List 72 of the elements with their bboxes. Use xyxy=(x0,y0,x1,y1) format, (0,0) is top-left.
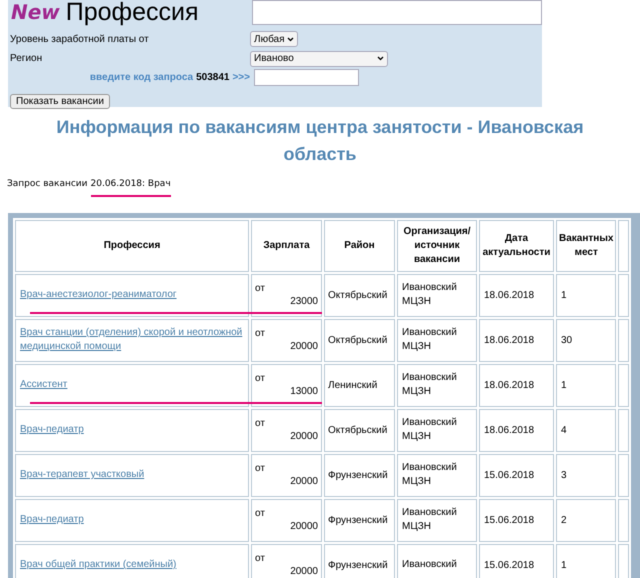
date-cell: 18.06.2018 xyxy=(479,274,554,316)
profession-field[interactable] xyxy=(252,0,542,25)
district-cell: Октябрьский xyxy=(324,408,395,452)
date-cell: 18.06.2018 xyxy=(479,318,554,362)
new-label: New xyxy=(11,1,60,23)
column-header: Зарплата xyxy=(251,220,322,272)
date-cell: 18.06.2018 xyxy=(479,364,554,406)
date-cell: 15.06.2018 xyxy=(479,454,554,496)
salary-label: Уровень заработной платы от xyxy=(10,32,150,46)
organization-cell: Ивановский xyxy=(397,544,477,578)
vacancy-count-cell: 1 xyxy=(556,274,616,316)
salary-dropdown[interactable]: Любая xyxy=(250,31,298,47)
district-cell: Ленинский xyxy=(324,364,395,406)
profession-link[interactable]: Врач общей практики (семейный) xyxy=(20,558,244,572)
organization-cell: Ивановский МЦЗН xyxy=(397,274,477,316)
organization-cell: Ивановский МЦЗН xyxy=(397,498,477,542)
district-cell: Фрунзенский xyxy=(324,454,395,496)
request-value: 20.06.2018: Врач xyxy=(90,178,171,196)
salary-value: 20000 xyxy=(289,520,318,533)
organization-cell: Ивановский МЦЗН xyxy=(397,364,477,406)
profession-link[interactable]: Врач станции (отделения) скорой и неотложной медицинской помощи xyxy=(20,326,244,354)
profession-link[interactable]: Врач-терапевт участковый xyxy=(20,468,244,482)
vacancy-count-cell: 3 xyxy=(556,454,616,496)
chevron-icon xyxy=(377,56,384,61)
column-header: Организация/ источник вакансии xyxy=(397,220,477,272)
from-label: от xyxy=(255,507,266,520)
vacancy-count-cell: 30 xyxy=(556,318,616,362)
vacancies-heading: Информация по вакансиям центра занятости - Ивановская область xyxy=(55,116,585,166)
from-label: от xyxy=(255,552,266,565)
request-code: 503841 xyxy=(196,71,230,85)
district-cell: Фрунзенский xyxy=(324,498,395,542)
salary-value: 23000 xyxy=(289,295,318,308)
vacancy-count-cell: 1 xyxy=(556,544,616,578)
chevron-icon xyxy=(286,36,294,42)
region-label: Регион xyxy=(10,52,44,66)
date-cell: 15.06.2018 xyxy=(479,544,554,578)
page-title: Профессия xyxy=(66,0,199,24)
code-prompt: введите код запроса xyxy=(90,71,194,85)
column-header: Район xyxy=(324,220,395,272)
request-label: Запрос вакансии xyxy=(7,178,88,191)
profession-link[interactable]: Врач-педиатр xyxy=(20,423,244,437)
district-cell: Октябрьский xyxy=(324,318,395,362)
organization-cell: Ивановский МЦЗН xyxy=(397,318,477,362)
from-label: от xyxy=(255,462,266,475)
district-cell: Фрунзенский xyxy=(324,544,395,578)
salary-value: 20000 xyxy=(289,565,318,578)
salary-value: 20000 xyxy=(289,475,318,488)
date-cell: 15.06.2018 xyxy=(479,498,554,542)
vacancy-count-cell: 1 xyxy=(556,364,616,406)
from-label: от xyxy=(255,372,266,385)
column-header: Вакантных мест xyxy=(556,220,616,272)
salary-value: 20000 xyxy=(289,340,318,353)
salary-value: 13000 xyxy=(289,385,318,398)
vacancy-count-cell: 4 xyxy=(556,408,616,452)
profession-link[interactable]: Врач-педиатр xyxy=(20,513,244,527)
from-label: от xyxy=(255,417,266,430)
date-cell: 18.06.2018 xyxy=(479,408,554,452)
salary-value: 20000 xyxy=(289,430,318,443)
column-header: Профессия xyxy=(15,220,249,272)
district-cell: Октябрьский xyxy=(324,274,395,316)
show-vacancies-button[interactable]: Показать вакансии xyxy=(10,94,110,109)
arrows-text: >>> xyxy=(232,71,250,85)
organization-cell: Ивановский МЦЗН xyxy=(397,454,477,496)
from-label: от xyxy=(255,327,266,340)
profession-link[interactable]: Ассистент xyxy=(20,378,244,392)
organization-cell: Ивановский МЦЗН xyxy=(397,408,477,452)
vacancy-count-cell: 2 xyxy=(556,498,616,542)
profession-link[interactable]: Врач-анестезиолог-реаниматолог xyxy=(20,288,244,302)
code-field[interactable] xyxy=(254,69,359,86)
from-label: от xyxy=(255,282,266,295)
column-header: Дата актуальности xyxy=(479,220,554,272)
region-dropdown[interactable]: Иваново xyxy=(250,50,388,66)
